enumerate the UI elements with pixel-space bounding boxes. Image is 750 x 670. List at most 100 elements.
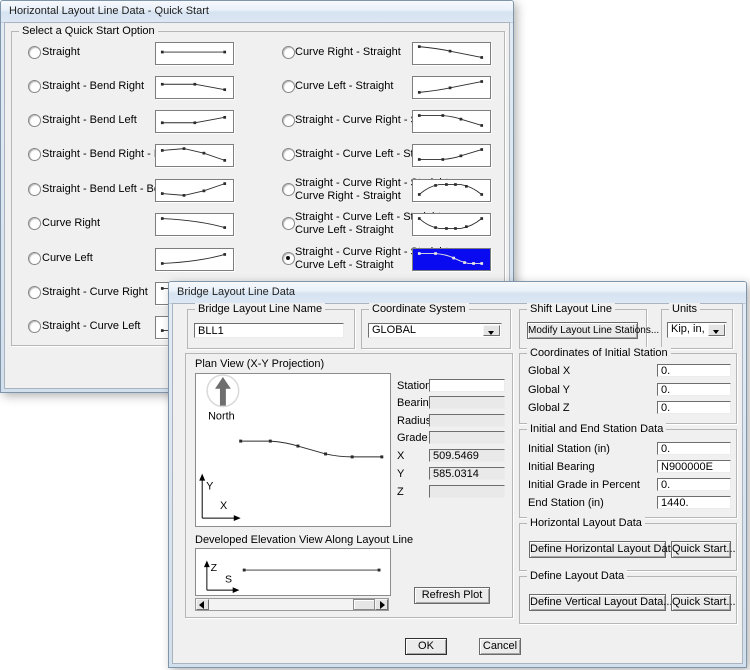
elevation-view-label: Developed Elevation View Along Layout Li…: [195, 534, 413, 546]
shift-layout-group-label: Shift Layout Line: [527, 303, 615, 315]
cancel-button[interactable]: Cancel: [479, 638, 521, 655]
ok-button[interactable]: OK: [405, 638, 447, 655]
quick-start-option-preview[interactable]: [155, 76, 234, 99]
bridge-name-input[interactable]: [194, 323, 344, 338]
quick-start-option-radio[interactable]: [28, 217, 41, 230]
quick-start-option-label: Straight - Curve Right: [42, 286, 148, 298]
quick-start-option-preview[interactable]: [412, 179, 491, 202]
quick-start-option-radio[interactable]: [282, 183, 295, 196]
quick-start-option-radio[interactable]: [28, 252, 41, 265]
quick-start-option-radio[interactable]: [282, 114, 295, 127]
row-label: Initial Station (in): [528, 443, 610, 455]
quick-start-option-preview[interactable]: [412, 213, 491, 236]
quick-start-option-preview[interactable]: [412, 76, 491, 99]
plan-view-plot: NorthYX: [195, 373, 391, 527]
quick-start-option-preview[interactable]: [155, 248, 234, 271]
quick-start-option-label: Straight - Bend Right: [42, 80, 144, 92]
svg-text:S: S: [225, 573, 232, 585]
row-value-field[interactable]: 0.: [657, 442, 731, 455]
quick-start-option-preview[interactable]: [412, 144, 491, 167]
units-dropdown-button[interactable]: [708, 324, 725, 336]
shift-layout-line-group: Shift Layout Line Modify Layout Line Sta…: [519, 309, 647, 349]
quick-start-titlebar[interactable]: Horizontal Layout Line Data - Quick Star…: [1, 1, 513, 23]
coordinate-system-dropdown-button[interactable]: [483, 325, 500, 336]
quick-start-option-preview[interactable]: [155, 144, 234, 167]
quick-start-option-radio[interactable]: [28, 80, 41, 93]
quick-start-option-radio[interactable]: [28, 114, 41, 127]
row-value-field[interactable]: 0.: [657, 364, 731, 377]
coordinates-group-label: Coordinates of Initial Station: [527, 347, 671, 359]
coordinate-system-group: Coordinate System GLOBAL: [361, 309, 511, 349]
readout-label: Station: [397, 380, 431, 392]
quick-start-option-radio[interactable]: [28, 148, 41, 161]
svg-text:Y: Y: [206, 480, 213, 492]
quick-start-option-preview[interactable]: [412, 248, 491, 271]
row-value-field[interactable]: 1440.: [657, 496, 731, 509]
plan-view-label: Plan View (X-Y Projection): [195, 358, 324, 370]
units-select[interactable]: Kip, in, F: [667, 322, 727, 338]
modify-layout-line-stations-button[interactable]: Modify Layout Line Stations...: [527, 322, 638, 339]
initial-end-group-label: Initial and End Station Data: [527, 423, 666, 435]
readout-label: Z: [397, 486, 404, 498]
quick-start-option-preview[interactable]: [412, 110, 491, 133]
define-horizontal-layout-data-button[interactable]: Define Horizontal Layout Data...: [529, 541, 666, 558]
horizontal-quick-start-button[interactable]: Quick Start...: [671, 541, 731, 558]
quick-start-group-label: Select a Quick Start Option: [19, 25, 158, 37]
quick-start-option-label: Straight: [42, 46, 80, 58]
readout-field-station[interactable]: [429, 379, 505, 392]
row-label: Global Y: [528, 384, 570, 396]
quick-start-option-label: Curve Right - Straight: [295, 46, 401, 58]
quick-start-title: Horizontal Layout Line Data - Quick Star…: [9, 5, 209, 17]
readout-field-radius: [429, 414, 505, 427]
initial-end-station-group: Initial and End Station Data Initial Sta…: [519, 429, 737, 518]
quick-start-option-label: Curve Left: [42, 252, 93, 264]
bridge-dialog-title: Bridge Layout Line Data: [177, 286, 295, 298]
row-value-field[interactable]: N900000E: [657, 460, 731, 473]
quick-start-option-radio[interactable]: [282, 148, 295, 161]
quick-start-option-preview[interactable]: [155, 110, 234, 133]
bridge-dialog-titlebar[interactable]: Bridge Layout Line Data: [169, 282, 746, 304]
row-value-field[interactable]: 0.: [657, 478, 731, 491]
quick-start-option-radio[interactable]: [282, 217, 295, 230]
coordinate-system-select[interactable]: GLOBAL: [368, 323, 502, 338]
vertical-group-label: Define Layout Data: [527, 570, 627, 582]
refresh-plot-button[interactable]: Refresh Plot: [414, 587, 490, 604]
elevation-scrollbar[interactable]: [195, 598, 389, 611]
plot-area-group: Plan View (X-Y Projection) NorthYX Stati…: [185, 353, 513, 618]
quick-start-option-label: Curve Left - Straight: [295, 259, 393, 271]
readout-label: Radius: [397, 415, 431, 427]
readout-field-x: 509.5469: [429, 449, 505, 462]
desktop: { "colors": { "selected_preview_backgrou…: [0, 0, 750, 670]
quick-start-option-radio[interactable]: [282, 46, 295, 59]
svg-text:Z: Z: [211, 562, 218, 574]
quick-start-option-radio[interactable]: [28, 286, 41, 299]
define-vertical-layout-data-button[interactable]: Define Vertical Layout Data...: [529, 594, 666, 611]
readout-field-y: 585.0314: [429, 467, 505, 480]
quick-start-option-radio[interactable]: [28, 183, 41, 196]
bridge-layout-dialog: Bridge Layout Line Data Bridge Layout Li…: [168, 281, 747, 668]
row-value-field[interactable]: 0.: [657, 401, 731, 414]
quick-start-option-preview[interactable]: [155, 179, 234, 202]
bridge-dialog-body: Bridge Layout Line Name Coordinate Syste…: [172, 303, 743, 664]
quick-start-option-preview[interactable]: [155, 42, 234, 65]
readout-label: Grade: [397, 432, 428, 444]
horizontal-layout-data-group: Horizontal Layout Data Define Horizontal…: [519, 523, 737, 571]
chevron-down-icon: [488, 331, 494, 338]
quick-start-option-preview[interactable]: [412, 42, 491, 65]
row-value-field[interactable]: 0.: [657, 383, 731, 396]
vertical-quick-start-button[interactable]: Quick Start...: [671, 594, 731, 611]
scrollbar-thumb[interactable]: [353, 599, 375, 610]
scrollbar-left-arrow-icon[interactable]: [196, 599, 209, 610]
scrollbar-right-arrow-icon[interactable]: [375, 599, 388, 610]
readout-field-grade: [429, 431, 505, 444]
coordinate-system-group-label: Coordinate System: [369, 303, 469, 315]
quick-start-option-label: Curve Right: [42, 217, 100, 229]
quick-start-option-radio[interactable]: [282, 80, 295, 93]
quick-start-option-label: Curve Right - Straight: [295, 190, 401, 202]
quick-start-option-label: Curve Left - Straight: [295, 80, 393, 92]
chevron-down-icon: [713, 330, 719, 337]
quick-start-option-radio[interactable]: [28, 46, 41, 59]
quick-start-option-radio[interactable]: [28, 320, 41, 333]
quick-start-option-preview[interactable]: [155, 213, 234, 236]
quick-start-option-radio[interactable]: [282, 252, 295, 265]
